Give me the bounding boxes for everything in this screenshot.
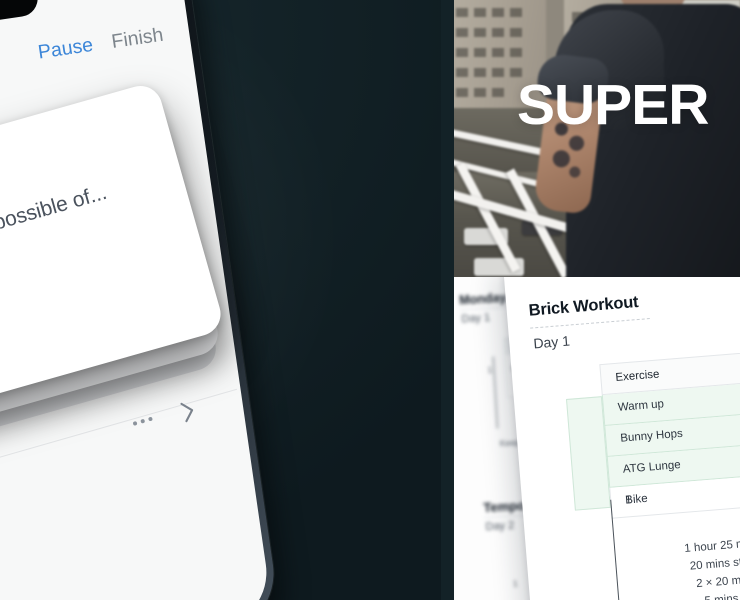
tempo-card-day: Day 2 <box>485 519 515 534</box>
monday-table-rule <box>492 356 499 429</box>
monday-card-day: Day 1 <box>461 311 491 326</box>
tempo-row-number: 1 <box>512 578 518 589</box>
photo-scene <box>454 0 740 277</box>
table-cell-exercise: ATG Lunge <box>622 459 682 476</box>
brick-table-header: Exercise <box>614 368 660 384</box>
amrap-card-subtitle: As many rounds as possible of... <box>0 180 110 285</box>
hero-photo-panel: SUPER <box>454 0 740 277</box>
brick-exercise-table: Exercise Warm up Bunny Hops ATG Lunge 1 … <box>563 347 740 600</box>
brick-workout-card[interactable]: Brick Workout Day 1 Exercise Warm up Bun… <box>503 277 740 600</box>
brick-card-day: Day 1 <box>532 332 571 352</box>
dynamic-island <box>0 0 40 32</box>
screenshot-stage: Pause Finish ody AMRAP AMRAP As many rou… <box>0 0 740 600</box>
monday-card-title: Monday <box>458 290 507 308</box>
monday-row-number: 1 <box>487 364 493 375</box>
table-cell-exercise: Warm up <box>617 398 665 414</box>
panel-gap <box>441 0 454 600</box>
brick-title-rule <box>530 318 650 329</box>
table-cell-exercise: Bunny Hops <box>619 427 684 445</box>
pause-button[interactable]: Pause <box>37 34 95 65</box>
super-overlay-text: SUPER <box>517 73 709 137</box>
finish-button[interactable]: Finish <box>110 24 165 54</box>
program-documents-panel: Monday Day 1 Exercise 1 Easy Miles 45 mi… <box>454 277 740 600</box>
left-dark-panel: Pause Finish ody AMRAP AMRAP As many rou… <box>0 0 441 600</box>
person-subject <box>514 0 740 277</box>
brick-description-lines: 1 hour 25 mins to 20 mins steady 2 × 20 … <box>684 533 740 600</box>
brick-card-title: Brick Workout <box>528 292 640 320</box>
table-cell-exercise: Bike <box>624 492 649 507</box>
workout-nav-actions: Pause Finish <box>37 24 165 65</box>
